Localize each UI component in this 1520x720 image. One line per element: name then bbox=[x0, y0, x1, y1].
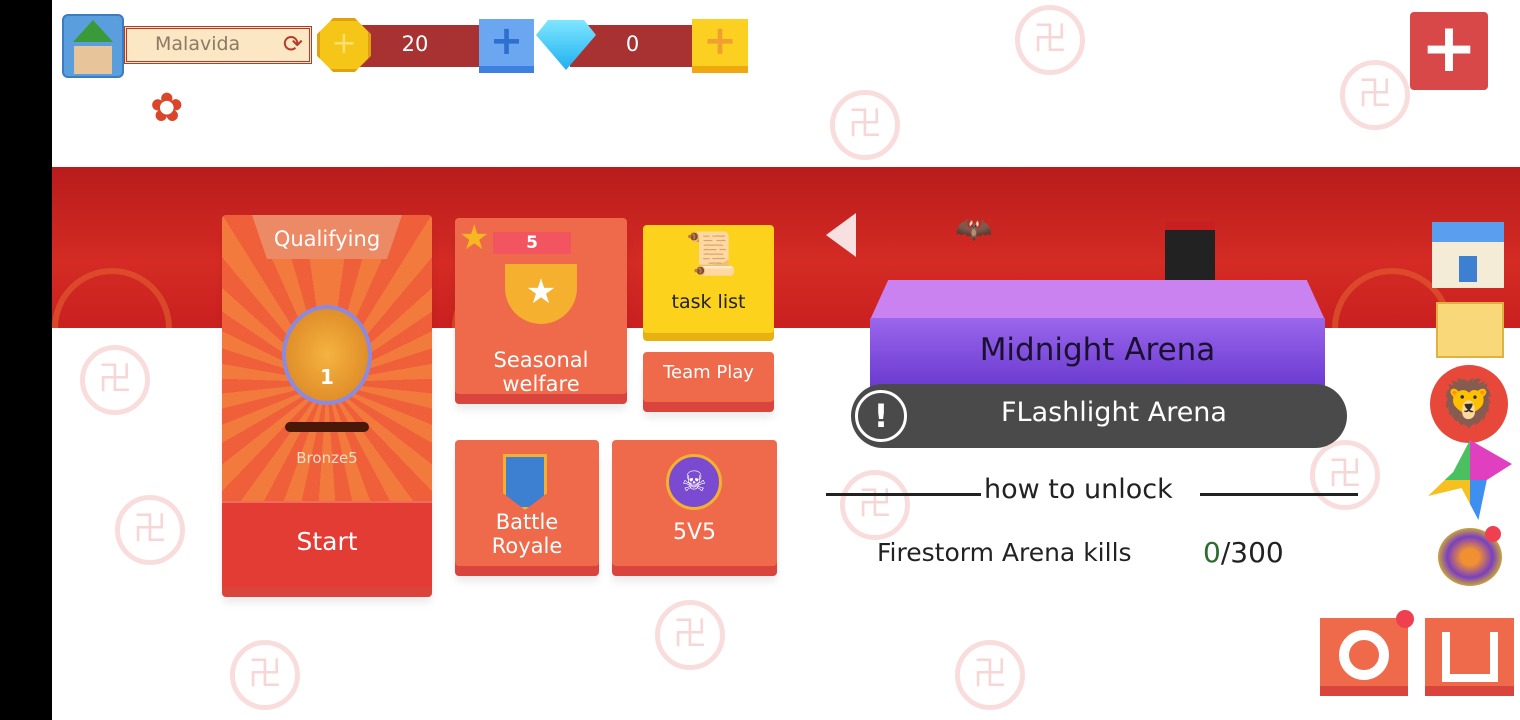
add-button[interactable]: + bbox=[1410, 12, 1488, 90]
notification-dot bbox=[1396, 610, 1414, 628]
5v5-card[interactable]: ☠ 5V5 bbox=[612, 440, 777, 566]
player-avatar[interactable] bbox=[62, 14, 124, 78]
stars-badge: 5 bbox=[493, 232, 571, 254]
shop-icon[interactable] bbox=[1432, 222, 1504, 288]
trophy-icon: ★ bbox=[505, 264, 577, 324]
skull-crown-icon: ☠ bbox=[666, 454, 722, 510]
seasonal-label-1: Seasonal bbox=[493, 348, 589, 372]
mail-icon[interactable] bbox=[1436, 302, 1504, 358]
warning-icon: ! bbox=[855, 390, 907, 442]
capsule-button[interactable] bbox=[1320, 618, 1408, 696]
battle-royale-label-2: Royale bbox=[491, 534, 563, 558]
screen-edge bbox=[0, 0, 52, 720]
notification-dot bbox=[1485, 526, 1501, 542]
bat-decoration: 🦇 bbox=[955, 212, 993, 247]
stars-count: 5 bbox=[526, 233, 538, 253]
plum-blossom-decoration: ✿ bbox=[150, 85, 184, 131]
seasonal-welfare-card[interactable]: ★ 5 ★ Seasonal welfare bbox=[455, 218, 627, 396]
lion-dance-event-icon[interactable]: 🦁 bbox=[1430, 365, 1508, 443]
task-list-button[interactable]: 📜 task list bbox=[643, 225, 774, 333]
arena-platform: Midnight Arena bbox=[870, 318, 1325, 388]
team-play-button[interactable]: Team Play bbox=[643, 352, 774, 402]
rank-name: Bronze5 bbox=[296, 449, 358, 467]
player-name-plate[interactable]: Malavida ⟳ bbox=[124, 26, 312, 64]
arena-platform-top bbox=[870, 280, 1325, 320]
start-button[interactable]: Start bbox=[222, 501, 432, 587]
progress-current: 0 bbox=[1203, 536, 1221, 569]
qualifying-card[interactable]: Qualifying 1 Bronze5 Start bbox=[222, 215, 432, 587]
ninja-mask-button[interactable] bbox=[1425, 618, 1514, 696]
battle-royale-card[interactable]: Battle Royale bbox=[455, 440, 599, 566]
locked-arena-name: FLashlight Arena bbox=[1001, 397, 1227, 428]
task-list-label: task list bbox=[671, 291, 746, 313]
player-name: Malavida bbox=[155, 33, 241, 55]
battle-royale-label-1: Battle bbox=[495, 510, 559, 534]
coin-icon: + bbox=[317, 18, 371, 72]
rank-progress-bar bbox=[285, 422, 369, 432]
divider-right bbox=[1200, 493, 1358, 496]
pinwheel-icon[interactable] bbox=[1428, 440, 1512, 520]
scroll-icon: 📜 bbox=[685, 229, 738, 278]
unlock-progress: 0/300 bbox=[1203, 536, 1284, 569]
locked-arena-bar: ! FLashlight Arena bbox=[851, 384, 1347, 448]
add-coins-button[interactable]: + bbox=[479, 19, 534, 73]
seasonal-label-2: welfare bbox=[502, 372, 580, 396]
rank-badge-icon: 1 bbox=[282, 305, 372, 405]
arena-name: Midnight Arena bbox=[979, 332, 1216, 368]
divider-left bbox=[826, 493, 981, 496]
team-play-label: Team Play bbox=[663, 362, 754, 383]
unlock-requirement: Firestorm Arena kills bbox=[877, 538, 1132, 567]
progress-total: /300 bbox=[1220, 536, 1284, 569]
shield-banner-icon bbox=[503, 454, 547, 510]
refresh-icon[interactable]: ⟳ bbox=[283, 30, 303, 58]
5v5-label: 5V5 bbox=[672, 520, 717, 545]
star-icon: ★ bbox=[459, 218, 490, 258]
rank-number: 1 bbox=[320, 365, 334, 389]
qualifying-title: Qualifying bbox=[273, 227, 381, 251]
previous-arena-arrow[interactable] bbox=[826, 213, 856, 257]
add-gems-button[interactable]: + bbox=[692, 19, 748, 73]
unlock-heading: how to unlock bbox=[984, 474, 1173, 505]
start-label: Start bbox=[296, 527, 358, 556]
